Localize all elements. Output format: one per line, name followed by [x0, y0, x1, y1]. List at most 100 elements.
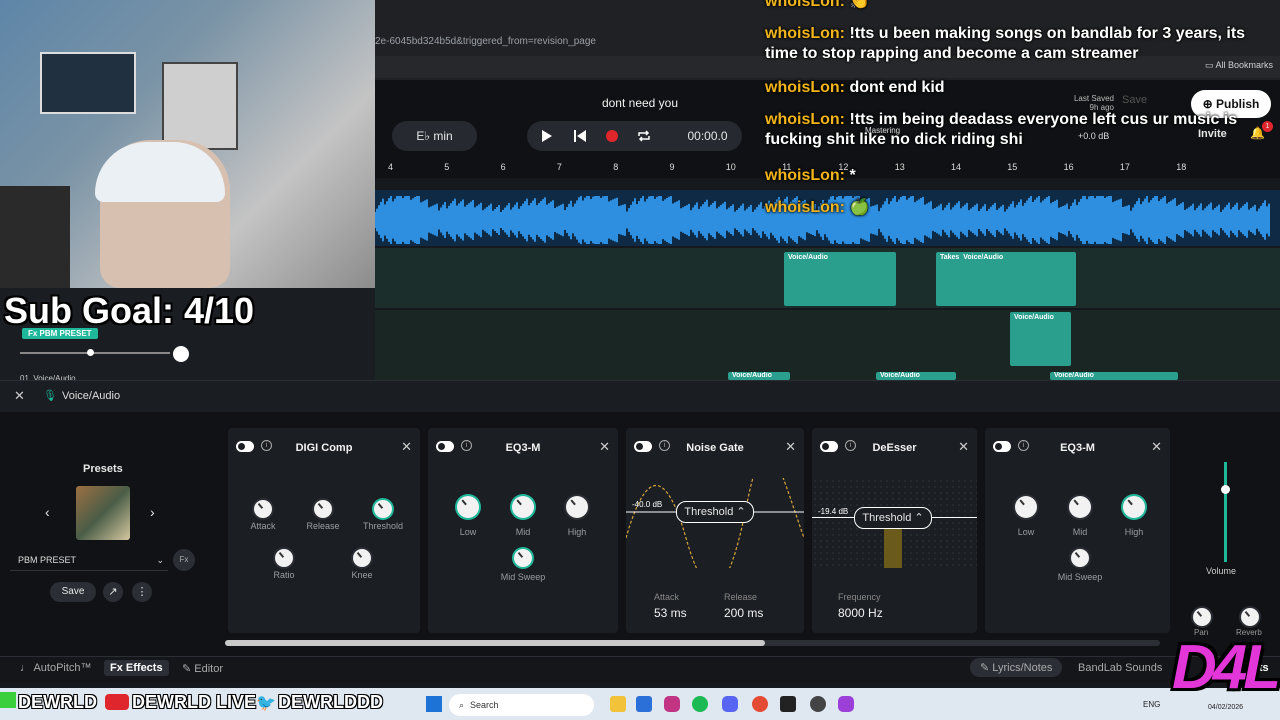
- windows-start-icon[interactable]: [426, 696, 442, 712]
- clip-label: Voice/Audio: [1054, 372, 1094, 379]
- release-value[interactable]: 200 ms: [724, 606, 763, 620]
- knob-label: High: [1124, 527, 1144, 537]
- effect-card-eq3m[interactable]: i EQ3-M ✕ Low Mid High Mid Sweep: [428, 428, 618, 633]
- preset-thumbnail[interactable]: [76, 486, 130, 540]
- effect-title: Noise Gate: [686, 442, 744, 454]
- next-preset-icon[interactable]: ›: [150, 504, 155, 520]
- mid-sweep-knob[interactable]: [514, 549, 532, 567]
- volume-slider[interactable]: [1224, 462, 1227, 562]
- effect-title: DeEsser: [872, 442, 917, 454]
- pan-knob[interactable]: [1193, 608, 1211, 626]
- chat-user: whoisLon:: [765, 0, 845, 10]
- knee-knob[interactable]: [353, 549, 371, 567]
- loop-icon[interactable]: [637, 129, 651, 143]
- effect-card-noise-gate[interactable]: i Noise Gate ✕ -40.0 dB Threshold ⌃ Atta…: [626, 428, 804, 633]
- mid-sweep-knob[interactable]: [1071, 549, 1089, 567]
- save-preset-button[interactable]: Save: [50, 582, 96, 602]
- chat-text: dont end kid: [849, 79, 945, 96]
- low-knob[interactable]: [457, 496, 479, 518]
- threshold-select[interactable]: Threshold ⌃: [854, 507, 932, 529]
- d4l-logo: D4L: [1172, 633, 1280, 702]
- prev-preset-icon[interactable]: ‹: [45, 504, 50, 520]
- threshold-select[interactable]: Threshold ⌃: [676, 501, 754, 523]
- audio-clip[interactable]: Voice/Audio: [728, 372, 790, 380]
- audio-clip[interactable]: Voice/Audio: [784, 252, 896, 306]
- chat-message: whoisLon: dont end kid: [765, 78, 1275, 98]
- close-icon[interactable]: ✕: [401, 439, 412, 455]
- chevron-down-icon: ⌄: [156, 555, 164, 565]
- taskbar-date[interactable]: 04/02/2026: [1208, 704, 1243, 711]
- file-explorer-icon[interactable]: [610, 696, 626, 712]
- knob-label: Mid Sweep: [500, 572, 546, 582]
- song-title[interactable]: dont need you: [560, 96, 720, 110]
- attack-label: Attack: [654, 592, 680, 602]
- close-icon[interactable]: ✕: [1151, 439, 1162, 455]
- effect-card-digi-comp[interactable]: i DIGI Comp ✕ Attack Release Threshold R…: [228, 428, 420, 633]
- attack-value[interactable]: 53 ms: [654, 606, 687, 620]
- threshold-knob[interactable]: [374, 500, 392, 518]
- tab-lyrics[interactable]: ✎ Lyrics/Notes: [970, 658, 1063, 677]
- discord-icon[interactable]: [722, 696, 738, 712]
- low-knob[interactable]: [1015, 496, 1037, 518]
- app-icon[interactable]: [838, 696, 854, 712]
- close-icon[interactable]: ✕: [14, 388, 25, 404]
- track-lane-2[interactable]: [375, 310, 1280, 370]
- effect-card-deesser[interactable]: i DeEsser ✕ -19.4 dB Threshold ⌃ Frequen…: [812, 428, 977, 633]
- store-icon[interactable]: [636, 696, 652, 712]
- app-icon[interactable]: [780, 696, 796, 712]
- mid-knob[interactable]: [512, 496, 534, 518]
- language-indicator[interactable]: ENG: [1143, 700, 1160, 709]
- spotify-icon[interactable]: [692, 696, 708, 712]
- skip-back-icon[interactable]: [573, 129, 587, 143]
- tab-editor[interactable]: ✎ Editor: [182, 662, 223, 675]
- ruler-tick: 7: [556, 162, 562, 172]
- goose-poster: [162, 62, 238, 150]
- share-icon[interactable]: ↗: [103, 582, 123, 602]
- volume-fader-thumb[interactable]: [87, 349, 94, 356]
- effect-title: EQ3-M: [1060, 442, 1095, 454]
- tab-autopitch[interactable]: ♩ AutoPitch™: [20, 662, 92, 674]
- frequency-value[interactable]: 8000 Hz: [838, 606, 883, 620]
- ruler-tick: 8: [613, 162, 619, 172]
- volume-slider-thumb[interactable]: [1221, 485, 1230, 494]
- chat-user: whoisLon:: [765, 111, 845, 128]
- kick-icon: [0, 692, 16, 708]
- release-knob[interactable]: [314, 500, 332, 518]
- tab-bandlab-sounds[interactable]: BandLab Sounds: [1078, 662, 1162, 674]
- audio-clip[interactable]: Voice/Audio: [876, 372, 956, 380]
- pan-knob[interactable]: [173, 346, 189, 362]
- close-icon[interactable]: ✕: [599, 439, 610, 455]
- audio-clip[interactable]: Voice/Audio: [1050, 372, 1178, 380]
- high-knob[interactable]: [1123, 496, 1145, 518]
- record-icon[interactable]: [605, 129, 619, 143]
- fx-off-icon[interactable]: Fx: [173, 549, 195, 571]
- webcam-feed: [0, 0, 375, 288]
- ratio-knob[interactable]: [275, 549, 293, 567]
- attack-knob[interactable]: [254, 500, 272, 518]
- instagram-icon[interactable]: [664, 696, 680, 712]
- audio-clip[interactable]: Voice/Audio: [1010, 312, 1071, 366]
- more-icon[interactable]: ⋮: [132, 582, 152, 602]
- sub-goal: Sub Goal: 4/10: [4, 290, 255, 331]
- play-icon[interactable]: [541, 129, 553, 143]
- scrollbar-thumb[interactable]: [225, 640, 765, 646]
- twitter-icon: 🐦: [256, 695, 276, 712]
- mid-knob[interactable]: [1069, 496, 1091, 518]
- tab-label: Lyrics/Notes: [992, 662, 1053, 674]
- key-selector[interactable]: E♭ min: [392, 121, 477, 151]
- effect-card-eq3m-2[interactable]: i EQ3-M ✕ Low Mid High Mid Sweep: [985, 428, 1170, 633]
- chrome-icon[interactable]: [752, 696, 768, 712]
- fx-preset-badge[interactable]: Fx PBM PRESET: [22, 328, 98, 339]
- effect-title: DIGI Comp: [295, 442, 353, 454]
- high-knob[interactable]: [566, 496, 588, 518]
- close-icon[interactable]: ✕: [958, 439, 969, 455]
- tab-effects[interactable]: Fx Effects: [104, 660, 169, 676]
- taskbar-search[interactable]: ⌕ Search: [449, 694, 594, 716]
- close-icon[interactable]: ✕: [785, 439, 796, 455]
- obs-icon[interactable]: [810, 696, 826, 712]
- preset-select[interactable]: PBM PRESET ⌄: [10, 550, 168, 571]
- audio-clip[interactable]: Takes Voice/Audio: [936, 252, 1076, 306]
- reverb-knob[interactable]: [1241, 608, 1259, 626]
- chat-user: whoisLon:: [765, 25, 845, 42]
- volume-fader[interactable]: [20, 352, 170, 354]
